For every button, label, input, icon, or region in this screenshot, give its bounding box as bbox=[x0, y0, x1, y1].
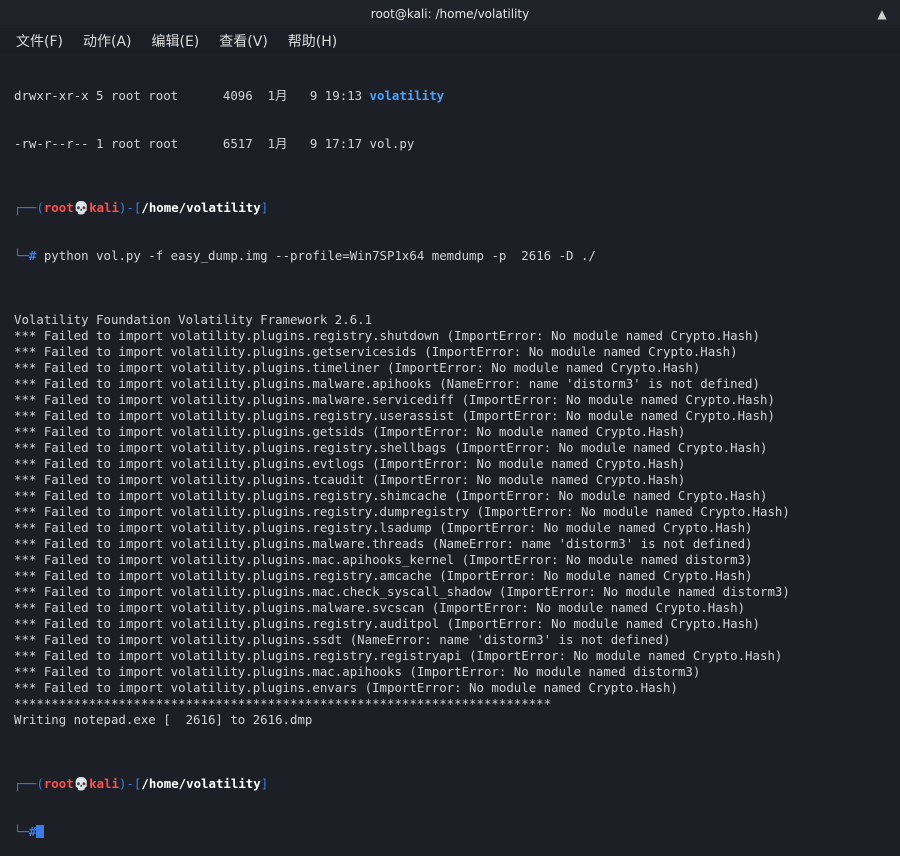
output-line: *** Failed to import volatility.plugins.… bbox=[14, 680, 678, 695]
output-line: *** Failed to import volatility.plugins.… bbox=[14, 616, 760, 631]
prompt-command: └─# bbox=[14, 824, 886, 840]
output-line: ****************************************… bbox=[14, 696, 552, 711]
output-line: *** Failed to import volatility.plugins.… bbox=[14, 584, 790, 599]
output-line: Writing notepad.exe [ 2616] to 2616.dmp bbox=[14, 712, 313, 727]
menu-file[interactable]: 文件(F) bbox=[10, 31, 69, 51]
terminal-output[interactable]: drwxr-xr-x 5 root root 4096 1月 9 19:13 v… bbox=[0, 54, 900, 856]
output-line: *** Failed to import volatility.plugins.… bbox=[14, 552, 753, 567]
prompt-command: └─# python vol.py -f easy_dump.img --pro… bbox=[14, 248, 596, 263]
menu-edit[interactable]: 编辑(E) bbox=[146, 31, 206, 51]
ls-line: drwxr-xr-x 5 root root 4096 1月 9 19:13 v… bbox=[14, 88, 445, 103]
prompt-hash: # bbox=[28, 824, 37, 839]
output-line: *** Failed to import volatility.plugins.… bbox=[14, 648, 783, 663]
output-line: *** Failed to import volatility.plugins.… bbox=[14, 568, 753, 583]
menu-action[interactable]: 动作(A) bbox=[77, 31, 138, 51]
menu-view[interactable]: 查看(V) bbox=[213, 31, 274, 51]
output-line: *** Failed to import volatility.plugins.… bbox=[14, 424, 686, 439]
output-line: *** Failed to import volatility.plugins.… bbox=[14, 440, 768, 455]
output-line: *** Failed to import volatility.plugins.… bbox=[14, 488, 768, 503]
output-line: *** Failed to import volatility.plugins.… bbox=[14, 392, 775, 407]
text-cursor bbox=[36, 825, 45, 838]
prompt-host: kali bbox=[89, 776, 119, 791]
prompt-host: kali bbox=[89, 200, 119, 215]
output-line: *** Failed to import volatility.plugins.… bbox=[14, 504, 790, 519]
prompt-user: root bbox=[43, 776, 74, 791]
prompt-header: ┌──(root💀kali)-[/home/volatility] bbox=[14, 200, 269, 215]
window-title: root@kali: /home/volatility bbox=[370, 7, 530, 21]
prompt-user: root bbox=[43, 200, 74, 215]
prompt-path: /home/volatility bbox=[141, 200, 261, 215]
output-line: *** Failed to import volatility.plugins.… bbox=[14, 328, 760, 343]
output-line: *** Failed to import volatility.plugins.… bbox=[14, 520, 753, 535]
skull-icon: 💀 bbox=[73, 776, 90, 791]
ls-line: -rw-r--r-- 1 root root 6517 1月 9 17:17 v… bbox=[14, 136, 415, 151]
output-line: *** Failed to import volatility.plugins.… bbox=[14, 600, 746, 615]
output-line: *** Failed to import volatility.plugins.… bbox=[14, 456, 686, 471]
output-line: *** Failed to import volatility.plugins.… bbox=[14, 344, 738, 359]
output-line: Volatility Foundation Volatility Framewo… bbox=[14, 312, 373, 327]
output-line: *** Failed to import volatility.plugins.… bbox=[14, 632, 671, 647]
output-line: *** Failed to import volatility.plugins.… bbox=[14, 376, 760, 391]
menu-bar: 文件(F) 动作(A) 编辑(E) 查看(V) 帮助(H) bbox=[0, 28, 900, 54]
title-bar: root@kali: /home/volatility ▲ bbox=[0, 0, 900, 28]
output-line: *** Failed to import volatility.plugins.… bbox=[14, 360, 701, 375]
output-line: *** Failed to import volatility.plugins.… bbox=[14, 664, 701, 679]
prompt-header: ┌──(root💀kali)-[/home/volatility] bbox=[14, 776, 269, 791]
output-line: *** Failed to import volatility.plugins.… bbox=[14, 408, 775, 423]
command-text: python vol.py -f easy_dump.img --profile… bbox=[36, 248, 596, 263]
output-line: *** Failed to import volatility.plugins.… bbox=[14, 472, 686, 487]
prompt-path: /home/volatility bbox=[141, 776, 261, 791]
output-line: *** Failed to import volatility.plugins.… bbox=[14, 536, 753, 551]
menu-help[interactable]: 帮助(H) bbox=[282, 31, 343, 51]
chevron-up-icon[interactable]: ▲ bbox=[874, 6, 890, 22]
file-name: vol.py bbox=[369, 136, 415, 151]
skull-icon: 💀 bbox=[73, 200, 90, 215]
directory-name: volatility bbox=[369, 88, 445, 103]
